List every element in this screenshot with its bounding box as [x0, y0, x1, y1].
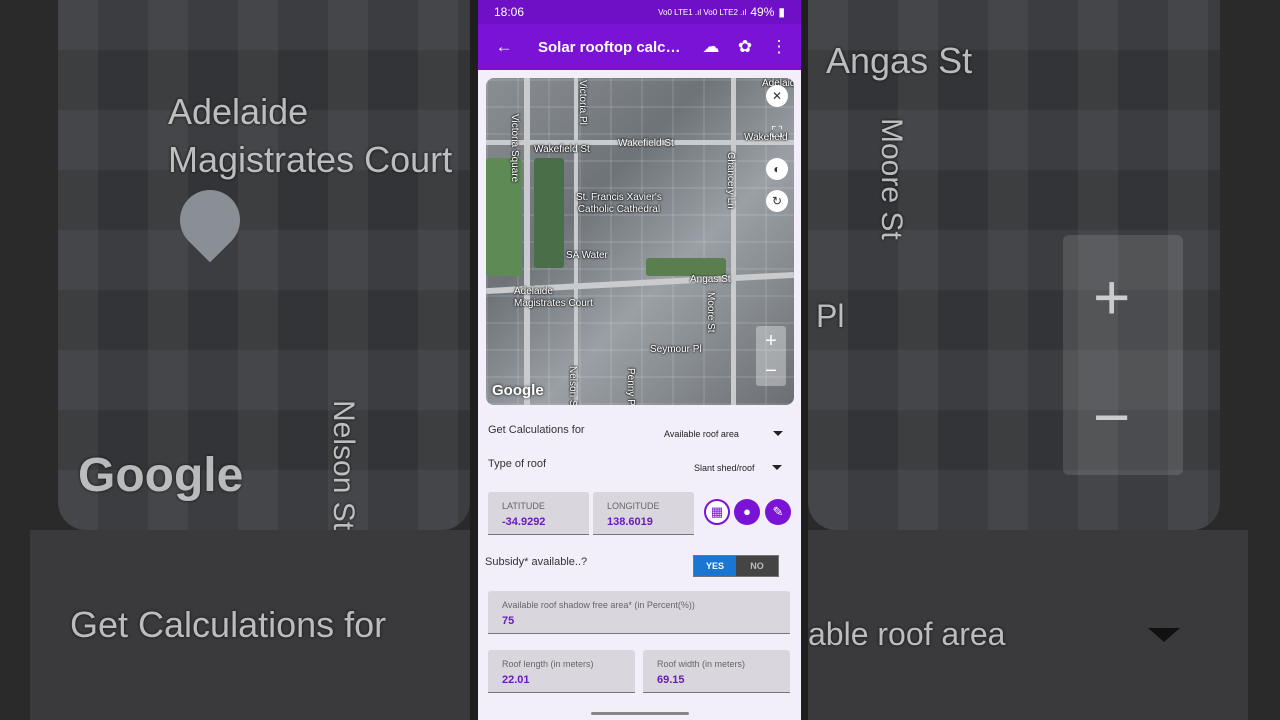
close-map-icon[interactable]: ✕ — [766, 85, 788, 107]
roof-width-value[interactable]: 69.15 — [657, 674, 685, 686]
calc-for-caret-icon[interactable] — [773, 431, 783, 436]
roof-width-field[interactable]: Roof width (in meters) 69.15 — [643, 650, 790, 693]
background-label: Nelson St — [327, 400, 360, 531]
subsidy-no-button[interactable]: NO — [736, 556, 778, 576]
roof-length-value[interactable]: 22.01 — [502, 674, 530, 686]
calc-for-label: Get Calculations for — [488, 424, 585, 436]
longitude-field[interactable]: LONGITUDE 138.6019 — [593, 492, 694, 535]
subsidy-yes-button[interactable]: YES — [694, 556, 736, 576]
location-pin-icon[interactable]: ● — [734, 499, 760, 525]
map-label: Angas St — [690, 274, 731, 285]
weather-icon[interactable]: ☁ — [699, 37, 723, 57]
phone-screen: 18:06 Vo0 LTE1 .ıl Vo0 LTE2 .ıl 49% ▮ ← … — [478, 0, 801, 720]
calc-for-dropdown[interactable]: Available roof area — [664, 429, 739, 439]
background-zoom-control: + − — [1063, 235, 1183, 475]
map-label: Moore St — [705, 292, 716, 333]
refresh-icon[interactable]: ↻ — [766, 190, 788, 212]
subsidy-toggle[interactable]: YES NO — [693, 555, 779, 577]
zoom-in-button[interactable]: + — [756, 326, 786, 356]
shadow-free-area-label: Available roof shadow free area* (in Per… — [502, 600, 695, 610]
shadow-free-area-field[interactable]: Available roof shadow free area* (in Per… — [488, 591, 790, 634]
app-title: Solar rooftop calc… — [538, 38, 681, 56]
background-label: Adelaide Magistrates Court — [168, 91, 453, 180]
map-label: SA Water — [566, 250, 608, 261]
map-label: St. Francis Xavier's Catholic Cathedral — [576, 192, 662, 215]
map-road — [574, 78, 578, 405]
map-label: Adelaide Magistrates Court — [514, 286, 593, 309]
status-bar: 18:06 Vo0 LTE1 .ıl Vo0 LTE2 .ıl 49% ▮ — [478, 0, 801, 24]
layers-icon[interactable]: ◐ — [766, 158, 788, 180]
map-label: Wakefield St — [534, 144, 590, 155]
shadow-free-area-value[interactable]: 75 — [502, 615, 514, 627]
ai-assistant-icon[interactable]: ✿ — [733, 37, 757, 57]
map-label: Nelson St — [567, 366, 578, 405]
edit-pencil-icon[interactable]: ✎ — [765, 499, 791, 525]
status-time: 18:06 — [494, 5, 525, 19]
roof-type-caret-icon[interactable] — [772, 465, 782, 470]
zoom-out-button[interactable]: − — [756, 356, 786, 386]
background-left: Adelaide Magistrates Court Nelson St Goo… — [0, 0, 470, 720]
battery-icon: ▮ — [778, 5, 785, 19]
latitude-label: LATITUDE — [502, 501, 545, 511]
background-caret-icon — [1148, 628, 1180, 642]
background-label: Get Calculations for — [70, 604, 387, 645]
background-label: Moore St — [875, 118, 908, 240]
roof-width-label: Roof width (in meters) — [657, 659, 746, 669]
roof-type-dropdown[interactable]: Slant shed/roof — [694, 463, 755, 473]
map-label: Wakefield St — [618, 138, 674, 149]
signal-icon: Vo0 LTE1 .ıl Vo0 LTE2 .ıl — [658, 7, 747, 17]
background-right: Angas St Moore St Pl + − able roof area — [808, 0, 1280, 720]
background-label: able roof area — [808, 616, 1006, 652]
roof-length-field[interactable]: Roof length (in meters) 22.01 — [488, 650, 635, 693]
map-label: Seymour Pl — [650, 344, 702, 355]
map-label: Victoria Pl — [577, 80, 588, 125]
battery-level: 49% — [750, 5, 775, 19]
longitude-label: LONGITUDE — [607, 501, 660, 511]
longitude-value[interactable]: 138.6019 — [607, 516, 653, 528]
map-icon[interactable]: ▦ — [704, 499, 730, 525]
latitude-value[interactable]: -34.9292 — [502, 516, 545, 528]
map-park — [534, 158, 564, 268]
google-logo: Google — [492, 382, 544, 399]
background-label: Angas St — [826, 40, 973, 81]
map-label: Victoria Square — [509, 114, 520, 183]
background-label: Pl — [816, 298, 845, 334]
app-bar: ← Solar rooftop calc… ☁ ✿ ⋮ — [478, 24, 801, 70]
satellite-map[interactable]: Wakefield St Wakefield St Wakefield Adel… — [486, 78, 794, 405]
map-label: Chancery Ln — [725, 152, 736, 209]
zoom-control: + − — [756, 326, 786, 386]
background-google-logo: Google — [78, 449, 244, 502]
roof-length-label: Roof length (in meters) — [502, 659, 594, 669]
gesture-nav-bar[interactable] — [591, 712, 689, 715]
latitude-field[interactable]: LATITUDE -34.9292 — [488, 492, 589, 535]
fullscreen-icon[interactable]: ⛶ — [766, 122, 788, 144]
map-road — [731, 78, 736, 405]
map-road — [524, 78, 530, 405]
back-arrow-icon[interactable]: ← — [492, 37, 516, 57]
map-label: Penny Pl — [625, 368, 636, 405]
more-menu-icon[interactable]: ⋮ — [767, 37, 791, 57]
